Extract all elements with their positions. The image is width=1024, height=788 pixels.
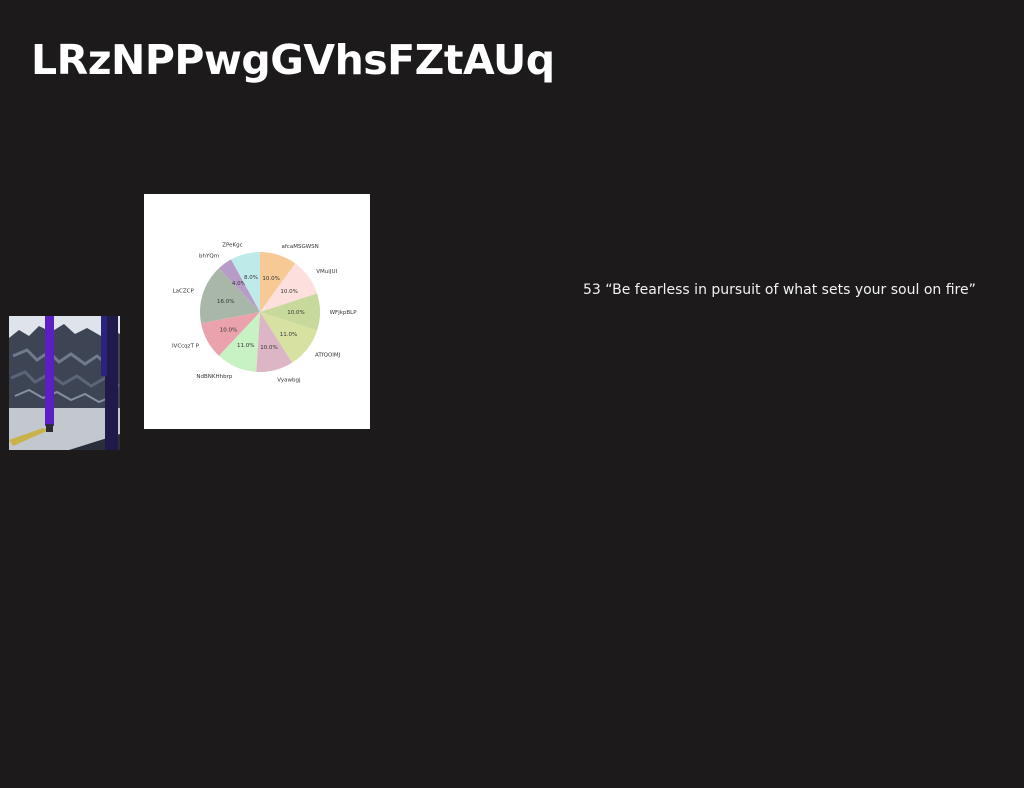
page-title: LRzNPPwgGVhsFZtAUq — [31, 36, 555, 84]
pie-slice-percent-label: 10.0% — [262, 276, 279, 282]
street-photo-image — [9, 316, 120, 450]
pie-slice-percent-label: 11.0% — [237, 343, 254, 349]
pie-slice-percent-label: 10.0% — [287, 310, 304, 316]
pie-slice-category-label: WFjkpBLP — [330, 310, 358, 316]
pie-slice-percent-label: 8.0% — [244, 275, 258, 281]
pie-slice-percent-label: 10.0% — [260, 345, 277, 351]
pie-slice-category-label: ATfQOIMJ — [315, 353, 341, 359]
pie-slice-category-label: bhYQm — [199, 254, 219, 260]
pie-slice-percent-label: 16.0% — [217, 299, 234, 305]
pie-slice-category-label: ZPeKgc — [222, 243, 242, 249]
pie-slice-category-label: LaCZCP — [173, 288, 195, 294]
pie-slice-category-label: afcaMSGWSN — [282, 244, 319, 250]
pie-slice-category-label: VMuiJUI — [316, 269, 337, 275]
pie-slice-category-label: Vyawbgj — [277, 377, 301, 383]
pie-chart: 10.0% afcaMSGWSN 10.0% VMuiJUI 10.0% WFjkpBLP… — [144, 194, 370, 429]
pie-slice-percent-label: 10.0% — [280, 289, 297, 295]
pie-chart-svg: 10.0% afcaMSGWSN 10.0% VMuiJUI 10.0% WFjkpBLP… — [172, 243, 358, 384]
street-photo — [9, 316, 120, 450]
pie-slice-category-label: IVCcqzT P — [172, 344, 200, 350]
pie-slice-category-label: NdBNKHhbrp — [196, 374, 232, 380]
quote-text: 53 “Be fearless in pursuit of what sets … — [583, 282, 976, 298]
pie-slice-percent-label: 10.0% — [220, 327, 237, 333]
pie-slice-percent-label: 11.0% — [280, 332, 297, 338]
